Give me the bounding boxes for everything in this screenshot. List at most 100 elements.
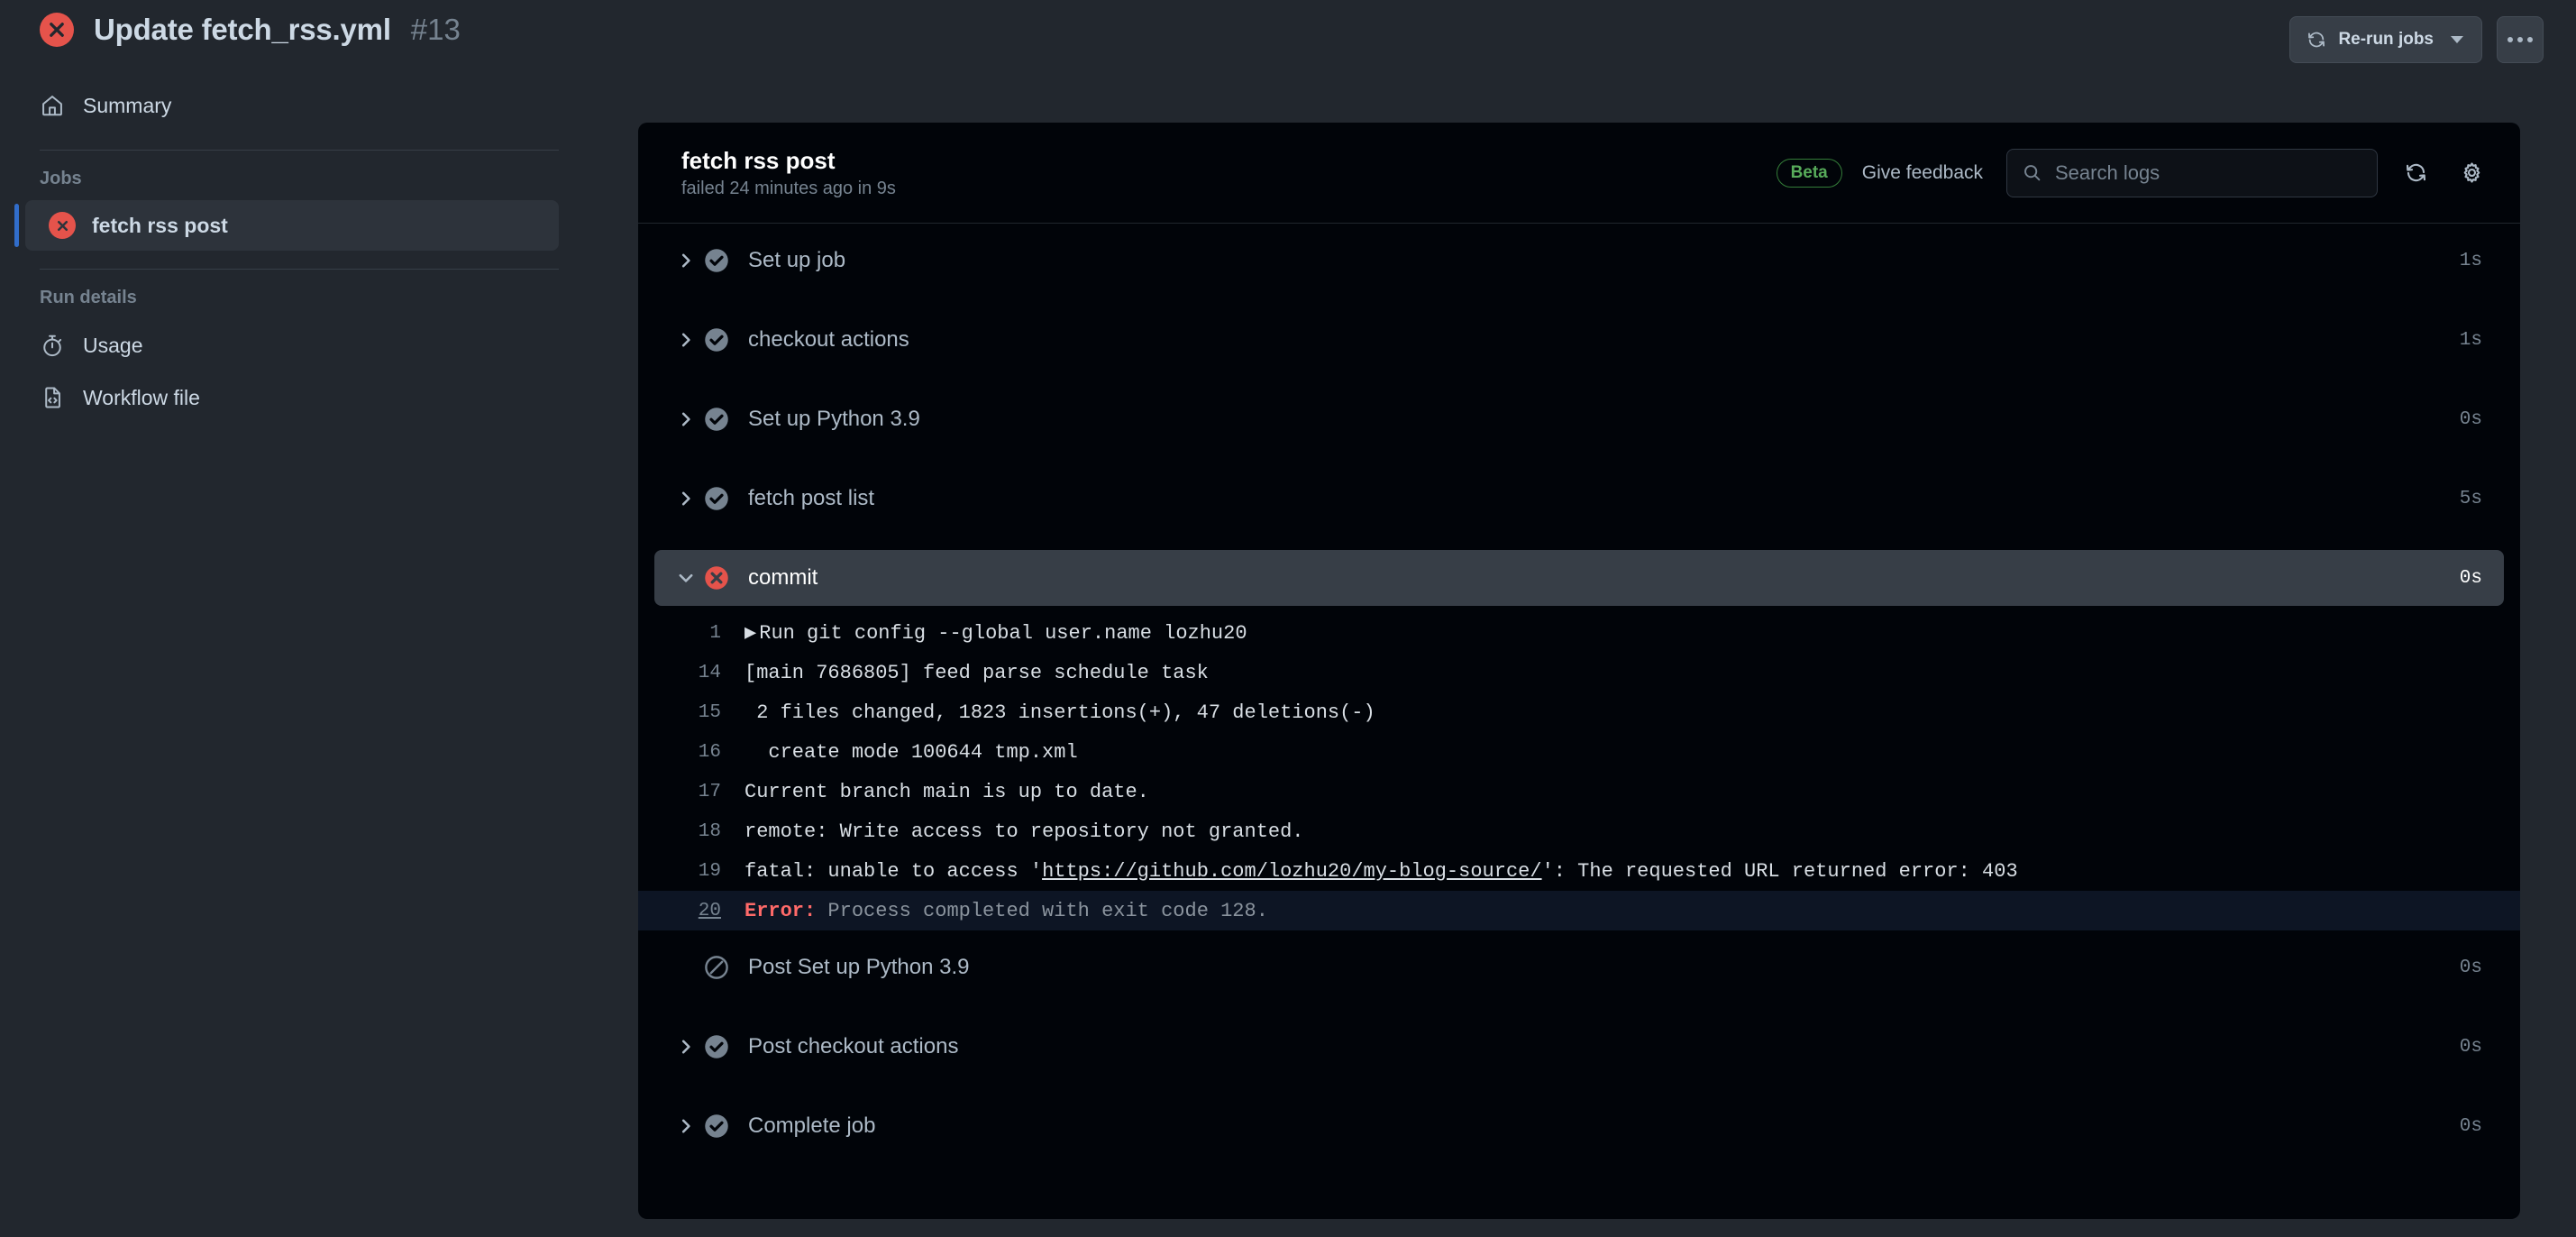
step-row[interactable]: Complete job 0s [654,1098,2504,1154]
repository-url-link[interactable]: https://github.com/lozhu20/my-blog-sourc… [1042,860,1542,883]
log-settings-button[interactable] [2453,155,2489,191]
collapse-triangle-icon[interactable]: ▶ [744,622,756,645]
more-options-button[interactable] [2497,16,2544,63]
log-line-number[interactable]: 1 [667,623,721,644]
step-label: fetch post list [748,486,875,510]
chevron-right-icon[interactable] [671,490,701,507]
step-duration: 5s [2459,488,2482,509]
step-row[interactable]: Set up job 1s [654,233,2504,289]
sidebar-divider [40,150,559,151]
sync-icon [2308,32,2325,48]
log-line[interactable]: 14 [main 7686805] feed parse schedule ta… [638,653,2520,692]
log-line[interactable]: 15 2 files changed, 1823 insertions(+), … [638,692,2520,732]
log-line-number[interactable]: 14 [667,663,721,683]
run-title-text: Update fetch_rss.yml [94,13,391,46]
sidebar-jobs-heading: Jobs [40,169,82,188]
chevron-right-icon[interactable] [671,411,701,427]
log-line-number[interactable]: 15 [667,702,721,723]
step-row[interactable]: Post Set up Python 3.9 0s [654,939,2504,995]
log-line-number[interactable]: 20 [667,901,721,921]
log-line-number[interactable]: 17 [667,782,721,802]
step-duration: 0s [2459,567,2482,589]
x-circle-fail-icon [49,212,76,239]
log-text-before: fatal: unable to access ' [744,859,1043,883]
log-line-text: Current branch main is up to date. [744,780,1149,803]
search-logs-input[interactable] [2055,160,2362,185]
sidebar-item-usage[interactable]: Usage [0,319,595,371]
step-label: Set up job [748,248,846,272]
step-row[interactable]: fetch post list 5s [654,471,2504,527]
log-line-number[interactable]: 16 [667,742,721,763]
sidebar-divider [40,269,559,270]
stopwatch-icon [40,333,65,358]
error-tag: Error: [744,899,817,922]
sync-icon [2406,163,2425,182]
log-line[interactable]: 17 Current branch main is up to date. [638,772,2520,811]
step-label: Complete job [748,1113,876,1138]
log-line[interactable]: 19 fatal: unable to access 'https://gith… [638,851,2520,891]
kebab-horizontal-icon [2517,37,2523,42]
chevron-right-icon[interactable] [671,252,701,269]
check-circle-icon [701,483,732,514]
step-label: Set up Python 3.9 [748,407,920,431]
step-row[interactable]: checkout actions 1s [654,312,2504,368]
log-line-text: create mode 100644 tmp.xml [744,740,1078,764]
step-spacer [638,447,2520,471]
sidebar: Summary Jobs fetch rss post Run details … [0,79,595,424]
log-line-error[interactable]: 20 Error: Process completed with exit co… [638,891,2520,930]
sidebar-item-fetch-rss-post[interactable]: fetch rss post [14,200,559,251]
log-output: 1 ▶ Run git config --global user.name loz… [638,606,2520,939]
log-line-number[interactable]: 18 [667,821,721,842]
log-line-number[interactable]: 19 [667,861,721,882]
step-spacer [638,995,2520,1019]
kebab-horizontal-icon [2527,37,2533,42]
chevron-down-icon [2451,36,2463,43]
chevron-right-icon[interactable] [671,332,701,348]
top-bar: Update fetch_rss.yml #13 Re-run jobs [0,0,2576,79]
step-spacer [638,368,2520,391]
step-duration: 1s [2459,329,2482,351]
step-duration: 0s [2459,1036,2482,1058]
check-circle-icon [701,1111,732,1141]
log-line[interactable]: 18 remote: Write access to repository no… [638,811,2520,851]
log-line[interactable]: 1 ▶ Run git config --global user.name loz… [638,613,2520,653]
step-row[interactable]: Set up Python 3.9 0s [654,391,2504,447]
give-feedback-link[interactable]: Give feedback [1862,162,1983,184]
check-circle-icon [701,325,732,355]
step-row[interactable]: Post checkout actions 0s [654,1019,2504,1075]
step-row-commit[interactable]: commit 0s [654,550,2504,606]
log-line-text: 2 files changed, 1823 insertions(+), 47 … [744,701,1375,724]
step-label: checkout actions [748,327,909,352]
chevron-down-icon[interactable] [671,570,701,586]
sidebar-item-label: Summary [83,93,172,117]
log-line[interactable]: 16 create mode 100644 tmp.xml [638,732,2520,772]
error-message: Process completed with exit code 128. [816,899,1268,922]
log-line-text: remote: Write access to repository not g… [744,820,1304,843]
step-duration: 0s [2459,1115,2482,1137]
sidebar-item-summary[interactable]: Summary [0,79,595,132]
sidebar-item-workflow-file[interactable]: Workflow file [0,371,595,424]
log-header-actions: Beta Give feedback [1776,148,2489,197]
sidebar-job-label: fetch rss post [92,213,228,237]
check-circle-icon [701,404,732,435]
search-logs-box[interactable] [2006,148,2378,197]
sidebar-item-label: Workflow file [83,385,200,409]
kebab-horizontal-icon [2507,37,2513,42]
log-header-titles: fetch rss post failed 24 minutes ago in … [681,146,1777,200]
chevron-right-icon[interactable] [671,1039,701,1055]
log-line-text: [main 7686805] feed parse schedule task [744,661,1209,684]
step-spacer [638,527,2520,550]
top-bar-actions: Re-run jobs [2289,16,2544,63]
chevron-right-icon[interactable] [671,1118,701,1134]
refresh-logs-button[interactable] [2398,155,2434,191]
file-code-icon [40,385,65,410]
step-label: Post checkout actions [748,1034,959,1058]
rerun-jobs-button[interactable]: Re-run jobs [2289,16,2482,63]
step-duration: 1s [2459,250,2482,271]
log-job-status-text: failed 24 minutes ago in 9s [681,179,896,199]
x-circle-fail-icon [40,13,74,47]
log-job-title: fetch rss post [681,146,836,174]
home-icon [40,93,65,118]
log-panel-header: fetch rss post failed 24 minutes ago in … [638,123,2520,224]
log-line-text: ▶ Run git config --global user.name lozhu… [744,621,1247,645]
